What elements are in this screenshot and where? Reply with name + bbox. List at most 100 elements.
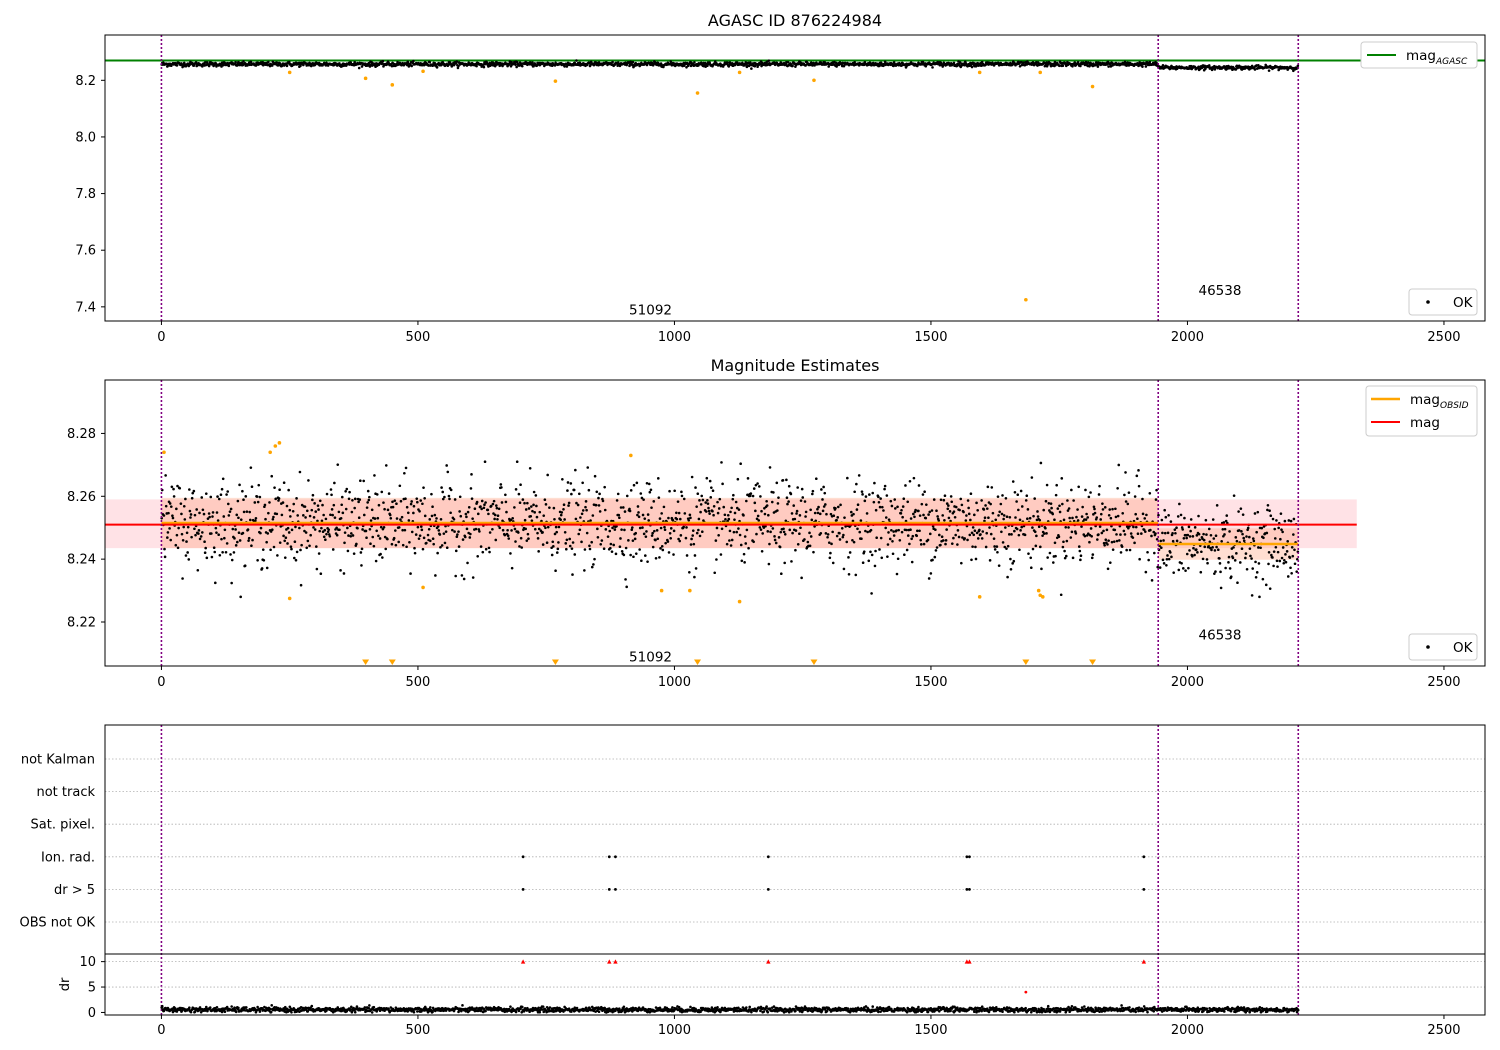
ok-point — [743, 535, 747, 538]
ok-point — [858, 530, 862, 534]
ok-point — [998, 510, 1001, 514]
ok-point — [1089, 491, 1092, 494]
ok-point — [269, 548, 272, 552]
ok-point — [680, 490, 683, 494]
ok-point — [1099, 512, 1103, 516]
ok-point — [788, 528, 792, 532]
ok-point — [1050, 506, 1053, 510]
ok-point — [745, 499, 748, 503]
ok-point — [972, 533, 976, 537]
ok-point — [1271, 517, 1275, 521]
ok-point — [599, 543, 603, 546]
ok-point — [481, 550, 485, 554]
ok-point — [1209, 533, 1213, 537]
ok-point — [923, 490, 926, 493]
ok-point — [560, 511, 564, 514]
ok-point — [1228, 567, 1232, 570]
ok-point — [275, 61, 279, 65]
ok-point — [1287, 519, 1291, 522]
ok-point — [229, 507, 233, 511]
chart-figure: AGASC ID 876224984 5109246538 0 500 1000 15… — [20, 11, 1486, 1038]
ok-point — [193, 513, 197, 517]
ok-point — [414, 533, 418, 536]
ok-point — [517, 492, 521, 496]
ok-point — [1125, 548, 1128, 552]
ok-point — [964, 519, 968, 522]
ok-point — [893, 498, 897, 501]
ok-point — [1024, 499, 1028, 502]
ok-point — [340, 503, 344, 507]
ok-point — [704, 510, 708, 513]
ok-point — [645, 530, 648, 533]
ok-point — [1119, 551, 1123, 554]
ok-point — [285, 64, 289, 68]
ok-point — [211, 515, 214, 518]
ok-point — [944, 542, 947, 546]
ok-point — [345, 487, 349, 491]
ok-point — [1267, 69, 1271, 72]
ok-point — [960, 503, 964, 507]
ok-point — [230, 581, 233, 585]
ok-point — [943, 519, 946, 522]
ok-point — [463, 535, 467, 539]
ok-point — [1225, 514, 1229, 517]
x-tick-label: 500 — [406, 675, 431, 690]
ok-point — [416, 500, 419, 504]
ok-point — [1041, 534, 1044, 537]
ok-point — [1029, 556, 1033, 560]
ok-point — [413, 546, 416, 550]
ok-point — [310, 508, 314, 512]
flag-point — [614, 888, 617, 891]
ok-point — [588, 544, 591, 548]
ok-point — [937, 519, 941, 522]
ok-point — [814, 477, 818, 481]
ok-point — [633, 537, 637, 541]
ok-point — [583, 569, 586, 572]
ok-point — [410, 500, 413, 503]
ok-point — [731, 497, 735, 501]
ok-point — [1124, 500, 1128, 503]
ok-point — [1251, 537, 1255, 540]
ok-point — [517, 531, 520, 534]
ok-point — [663, 528, 667, 532]
ok-point — [1042, 508, 1046, 512]
ok-point — [1084, 518, 1088, 521]
ok-point — [914, 508, 917, 512]
ok-point — [1060, 477, 1064, 480]
panel1-legend-line: magAGASC — [1360, 41, 1478, 69]
dr-point — [548, 1006, 552, 1009]
outlier-point — [277, 441, 282, 445]
ok-point — [804, 510, 808, 514]
ok-point — [910, 560, 914, 564]
ok-point — [585, 531, 589, 535]
ok-point — [451, 528, 454, 532]
ok-point — [645, 481, 649, 485]
ok-point — [198, 537, 202, 541]
ok-point — [524, 527, 527, 531]
ok-point — [725, 542, 729, 546]
ok-point — [730, 506, 733, 510]
ok-point — [328, 534, 332, 538]
ok-point — [993, 548, 997, 551]
ok-point — [655, 529, 659, 532]
ok-point — [819, 532, 823, 535]
ok-point — [370, 508, 374, 512]
dr-point — [368, 1004, 371, 1007]
ok-point — [583, 548, 587, 551]
ok-point — [278, 488, 281, 492]
ok-point — [896, 505, 899, 509]
ok-point — [749, 492, 753, 495]
ok-point — [589, 519, 592, 522]
ok-point — [974, 557, 978, 561]
ok-point — [1183, 516, 1186, 520]
ok-point — [732, 493, 735, 497]
dr-point — [520, 1005, 524, 1009]
ok-point — [1127, 491, 1131, 494]
ok-point — [470, 497, 474, 500]
ok-point — [1113, 528, 1117, 532]
ok-point — [976, 508, 979, 512]
ok-point — [277, 497, 281, 500]
ok-point — [586, 466, 590, 469]
ok-point — [1099, 518, 1102, 521]
ok-point — [947, 504, 950, 507]
